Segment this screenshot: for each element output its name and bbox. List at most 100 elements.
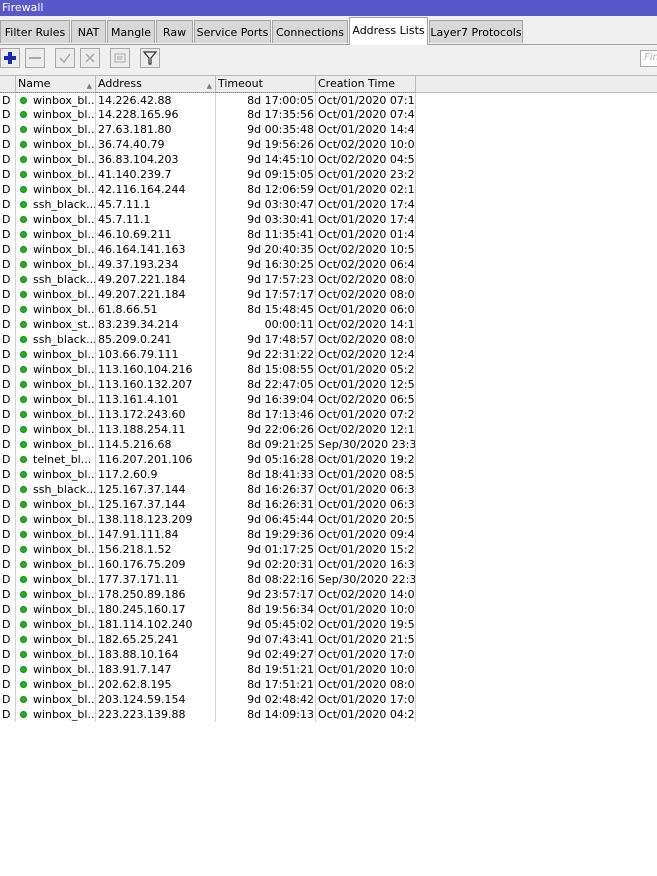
tab-service-ports[interactable]: Service Ports bbox=[194, 20, 271, 43]
table-row[interactable]: Dwinbox_bl... 103.66.79.111 9d 22:31:22 Oct… bbox=[0, 347, 657, 362]
entry-name-cell: winbox_bl... bbox=[16, 512, 96, 527]
tab-layer7-protocols[interactable]: Layer7 Protocols bbox=[429, 20, 523, 43]
table-row[interactable]: Dwinbox_bl... 113.160.104.216 8d 15:08:55 O… bbox=[0, 362, 657, 377]
entry-creation-time: Oct/02/2020 08:0... bbox=[318, 332, 416, 347]
table-row[interactable]: Dwinbox_bl... 178.250.89.186 9d 23:57:17 Oc… bbox=[0, 587, 657, 602]
table-row[interactable]: Dwinbox_bl... 42.116.164.244 8d 12:06:59 Oc… bbox=[0, 182, 657, 197]
table-row[interactable]: Dwinbox_bl... 14.226.42.88 8d 17:00:05 Oct/… bbox=[0, 92, 657, 107]
table-row[interactable]: Dwinbox_bl... 183.91.7.147 8d 19:51:21 Oct/… bbox=[0, 662, 657, 677]
comment-button[interactable] bbox=[110, 48, 130, 68]
table-row[interactable]: Dwinbox_bl... 180.245.160.17 8d 19:56:34 Oc… bbox=[0, 602, 657, 617]
column-header-flag[interactable] bbox=[0, 76, 16, 92]
table-row[interactable]: Dwinbox_bl... 183.88.10.164 9d 02:49:27 Oct… bbox=[0, 647, 657, 662]
table-row[interactable]: Dwinbox_bl... 117.2.60.9 8d 18:41:33 Oct/01… bbox=[0, 467, 657, 482]
minus-icon bbox=[29, 57, 41, 59]
entry-timeout: 9d 00:35:48 bbox=[216, 122, 316, 137]
table-row[interactable]: Dwinbox_bl... 113.160.132.207 8d 22:47:05 O… bbox=[0, 377, 657, 392]
table-row[interactable]: Dwinbox_bl... 223.223.139.88 8d 14:09:13 Oc… bbox=[0, 707, 657, 722]
entry-name-cell: winbox_bl... bbox=[16, 647, 96, 662]
column-header-name[interactable]: Name ▲ bbox=[16, 76, 96, 92]
column-header-timeout[interactable]: Timeout bbox=[216, 76, 316, 92]
table-row[interactable]: Dwinbox_bl... 182.65.25.241 9d 07:43:41 Oct… bbox=[0, 632, 657, 647]
entry-timeout: 8d 17:00:05 bbox=[216, 92, 316, 107]
entry-timeout: 9d 22:06:26 bbox=[216, 422, 316, 437]
table-row[interactable]: Dwinbox_bl... 46.164.141.163 9d 20:40:35 Oc… bbox=[0, 242, 657, 257]
entry-address: 27.63.181.80 bbox=[96, 122, 216, 137]
table-row[interactable]: Dwinbox_bl... 113.188.254.11 9d 22:06:26 Oc… bbox=[0, 422, 657, 437]
filter-button[interactable] bbox=[140, 48, 160, 68]
table-row[interactable]: Dssh_black... 85.209.0.241 9d 17:48:57 Oct/… bbox=[0, 332, 657, 347]
disable-button[interactable] bbox=[80, 48, 100, 68]
table-row[interactable]: Dwinbox_bl... 36.83.104.203 9d 14:45:10 Oct… bbox=[0, 152, 657, 167]
entry-timeout: 9d 01:17:25 bbox=[216, 542, 316, 557]
table-row[interactable]: Dwinbox_bl... 46.10.69.211 8d 11:35:41 Oct/… bbox=[0, 227, 657, 242]
table-row[interactable]: Dwinbox_bl... 177.37.171.11 8d 08:22:16 Sep… bbox=[0, 572, 657, 587]
table-row[interactable]: Dssh_black... 45.7.11.1 9d 03:30:47 Oct/01/… bbox=[0, 197, 657, 212]
entry-name-cell: winbox_bl... bbox=[16, 617, 96, 632]
table-row[interactable]: Dwinbox_bl... 41.140.239.7 9d 09:15:05 Oct/… bbox=[0, 167, 657, 182]
table-row[interactable]: Dwinbox_bl... 45.7.11.1 9d 03:30:41 Oct/01/… bbox=[0, 212, 657, 227]
entry-timeout: 8d 19:51:21 bbox=[216, 662, 316, 677]
entry-name-cell: winbox_bl... bbox=[16, 137, 96, 152]
table-row[interactable]: Dssh_black... 49.207.221.184 9d 17:57:23 Oc… bbox=[0, 272, 657, 287]
x-icon bbox=[85, 53, 95, 63]
table-row[interactable]: Dwinbox_bl... 36.74.40.79 9d 19:56:26 Oct/0… bbox=[0, 137, 657, 152]
status-dot-icon bbox=[20, 411, 27, 418]
entry-name: winbox_bl... bbox=[33, 378, 96, 391]
table-row[interactable]: Dssh_black... 125.167.37.144 8d 16:26:37 Oc… bbox=[0, 482, 657, 497]
entry-address: 36.74.40.79 bbox=[96, 137, 216, 152]
entry-creation-time: Oct/01/2020 21:5... bbox=[318, 632, 416, 647]
tab-address-lists[interactable]: Address Lists bbox=[349, 17, 428, 45]
entry-address: 203.124.59.154 bbox=[96, 692, 216, 707]
status-dot-icon bbox=[20, 261, 27, 268]
entry-name-cell: winbox_bl... bbox=[16, 527, 96, 542]
table-row[interactable]: Dwinbox_bl... 202.62.8.195 8d 17:51:21 Oct/… bbox=[0, 677, 657, 692]
table-row[interactable]: Dwinbox_bl... 138.118.123.209 9d 06:45:44 O… bbox=[0, 512, 657, 527]
table-row[interactable]: Dwinbox_bl... 147.91.111.84 8d 19:29:36 Oct… bbox=[0, 527, 657, 542]
add-button[interactable] bbox=[0, 48, 20, 68]
tab-filter-rules[interactable]: Filter Rules bbox=[0, 20, 70, 43]
tab-connections[interactable]: Connections bbox=[272, 20, 348, 43]
entry-name-cell: ssh_black... bbox=[16, 332, 96, 347]
column-header-creation-time[interactable]: Creation Time bbox=[316, 76, 416, 92]
table-row[interactable]: Dwinbox_bl... 125.167.37.144 8d 16:26:31 Oc… bbox=[0, 497, 657, 512]
entry-timeout: 8d 12:06:59 bbox=[216, 182, 316, 197]
entry-address: 177.37.171.11 bbox=[96, 572, 216, 587]
status-dot-icon bbox=[20, 696, 27, 703]
entry-name-cell: winbox_bl... bbox=[16, 92, 96, 107]
entry-name: winbox_bl... bbox=[33, 708, 96, 721]
tab-nat[interactable]: NAT bbox=[71, 20, 106, 43]
entry-name-cell: ssh_black... bbox=[16, 272, 96, 287]
table-row[interactable]: Dwinbox_bl... 113.172.243.60 8d 17:13:46 Oc… bbox=[0, 407, 657, 422]
status-dot-icon bbox=[20, 486, 27, 493]
enable-button[interactable] bbox=[55, 48, 75, 68]
entry-timeout: 9d 02:20:31 bbox=[216, 557, 316, 572]
entry-name: winbox_bl... bbox=[33, 573, 96, 586]
find-input[interactable]: Find bbox=[640, 50, 657, 67]
table-row[interactable]: Dwinbox_bl... 61.8.66.51 8d 15:48:45 Oct/01… bbox=[0, 302, 657, 317]
table-row[interactable]: Dwinbox_st... 83.239.34.214 00:00:11 Oct/02… bbox=[0, 317, 657, 332]
table-row[interactable]: Dwinbox_bl... 49.207.221.184 9d 17:57:17 Oc… bbox=[0, 287, 657, 302]
table-row[interactable]: Dwinbox_bl... 160.176.75.209 9d 02:20:31 Oc… bbox=[0, 557, 657, 572]
tab-mangle[interactable]: Mangle bbox=[107, 20, 155, 43]
remove-button[interactable] bbox=[25, 48, 45, 68]
column-header-address[interactable]: Address ▲ bbox=[96, 76, 216, 92]
dynamic-flag: D bbox=[0, 272, 16, 287]
entry-timeout: 8d 16:26:31 bbox=[216, 497, 316, 512]
table-row[interactable]: Dwinbox_bl... 113.161.4.101 9d 16:39:04 Oct… bbox=[0, 392, 657, 407]
status-dot-icon bbox=[20, 186, 27, 193]
entry-timeout: 8d 18:41:33 bbox=[216, 467, 316, 482]
table-row[interactable]: Dwinbox_bl... 14.228.165.96 8d 17:35:56 Oct… bbox=[0, 107, 657, 122]
table-row[interactable]: Dwinbox_bl... 114.5.216.68 8d 09:21:25 Sep/… bbox=[0, 437, 657, 452]
table-row[interactable]: Dwinbox_bl... 156.218.1.52 9d 01:17:25 Oct/… bbox=[0, 542, 657, 557]
entry-creation-time: Oct/01/2020 08:5... bbox=[318, 467, 416, 482]
table-row[interactable]: Dtelnet_bl... 116.207.201.106 9d 05:16:28 O… bbox=[0, 452, 657, 467]
table-row[interactable]: Dwinbox_bl... 49.37.193.234 9d 16:30:25 Oct… bbox=[0, 257, 657, 272]
entry-address: 14.228.165.96 bbox=[96, 107, 216, 122]
table-row[interactable]: Dwinbox_bl... 203.124.59.154 9d 02:48:42 Oc… bbox=[0, 692, 657, 707]
table-row[interactable]: Dwinbox_bl... 181.114.102.240 9d 05:45:02 O… bbox=[0, 617, 657, 632]
table-row[interactable]: Dwinbox_bl... 27.63.181.80 9d 00:35:48 Oct/… bbox=[0, 122, 657, 137]
tab-raw[interactable]: Raw bbox=[156, 20, 193, 43]
entry-creation-time: Oct/01/2020 02:1... bbox=[318, 182, 416, 197]
entry-name: winbox_bl... bbox=[33, 258, 96, 271]
